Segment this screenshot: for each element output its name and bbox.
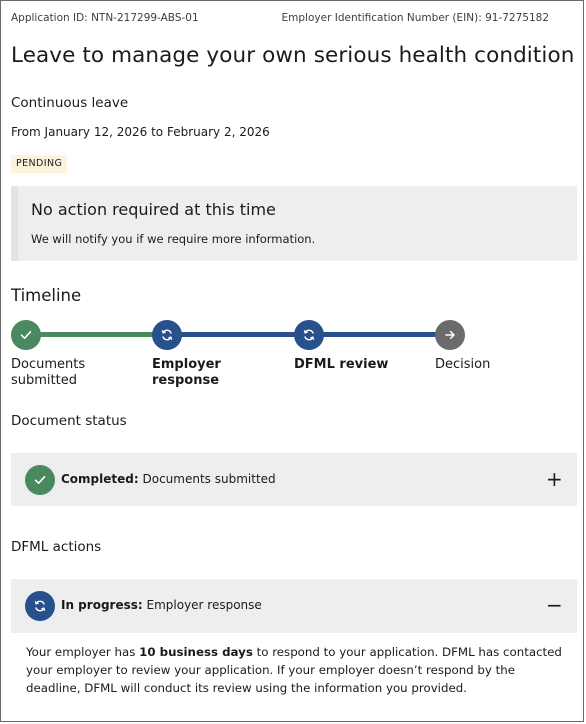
- status-badge: PENDING: [11, 155, 68, 173]
- step-label-documents-submitted: Documents submitted: [11, 357, 86, 388]
- collapse-minus-icon[interactable]: −: [546, 595, 563, 615]
- dfml-actions-details: Your employer has 10 business days to re…: [11, 633, 577, 711]
- timeline-heading: Timeline: [11, 286, 82, 305]
- timeline-connector: [181, 332, 296, 337]
- step-label-decision: Decision: [435, 357, 491, 372]
- application-id: Application ID: NTN-217299-ABS-01: [11, 12, 199, 24]
- step-upcoming-indicator: [435, 320, 465, 350]
- employer-ein: Employer Identification Number (EIN): 91…: [281, 12, 549, 24]
- in-progress-indicator: [25, 591, 55, 621]
- step-label-dfml-review: DFML review: [294, 357, 389, 372]
- step-complete-indicator: [11, 320, 41, 350]
- step-label-employer-response: Employer response: [152, 357, 221, 388]
- check-icon: [34, 476, 46, 484]
- application-card: Application ID: NTN-217299-ABS-01 Employ…: [0, 0, 584, 722]
- completed-indicator: [25, 465, 55, 495]
- expand-plus-icon[interactable]: +: [546, 469, 563, 489]
- step-in-progress-indicator: [152, 320, 182, 350]
- notice-body: We will notify you if we require more in…: [31, 232, 316, 246]
- dfml-actions-heading: DFML actions: [11, 539, 102, 555]
- page-title: Leave to manage your own serious health …: [11, 43, 575, 68]
- step-in-progress-indicator: [294, 320, 324, 350]
- dfml-actions-label: In progress: Employer response: [61, 598, 262, 612]
- refresh-icon: [34, 600, 46, 612]
- timeline-connector: [323, 332, 438, 337]
- refresh-icon: [303, 329, 315, 341]
- application-header: Application ID: NTN-217299-ABS-01 Employ…: [11, 12, 549, 24]
- notice-title: No action required at this time: [31, 200, 276, 219]
- timeline-connector: [40, 332, 154, 337]
- leave-date-range: From January 12, 2026 to February 2, 202…: [11, 125, 270, 139]
- leave-type: Continuous leave: [11, 95, 129, 111]
- dfml-actions-accordion[interactable]: In progress: Employer response −: [11, 579, 577, 633]
- document-status-heading: Document status: [11, 413, 127, 429]
- notice-box: No action required at this time We will …: [11, 186, 577, 261]
- arrow-right-icon: [445, 330, 455, 340]
- refresh-icon: [161, 329, 173, 341]
- document-status-accordion[interactable]: Completed: Documents submitted +: [11, 453, 577, 506]
- document-status-label: Completed: Documents submitted: [61, 472, 276, 486]
- check-icon: [20, 331, 32, 339]
